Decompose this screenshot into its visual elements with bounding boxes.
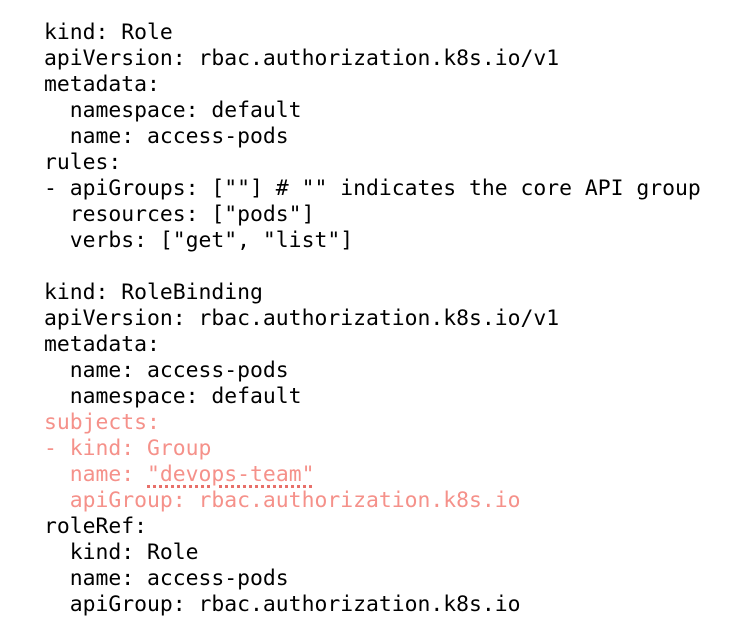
code-line: name: access-pods (44, 124, 289, 149)
highlighted-code-line: apiGroup: rbac.authorization.k8s.io (44, 488, 521, 513)
highlighted-code-line: name: "devops-team" (44, 462, 746, 488)
code-line: metadata: (44, 332, 160, 357)
code-line: apiVersion: rbac.authorization.k8s.io/v1 (44, 46, 560, 71)
highlighted-code-line: - kind: Group (44, 436, 212, 461)
code-line: namespace: default (44, 384, 302, 409)
code-line: kind: Role (44, 540, 199, 565)
code-line: namespace: default (44, 98, 302, 123)
code-line: rules: (44, 150, 122, 175)
code-line: apiVersion: rbac.authorization.k8s.io/v1 (44, 306, 560, 331)
code-editor[interactable]: kind: Role apiVersion: rbac.authorizatio… (44, 20, 746, 618)
highlighted-code-line: subjects: (44, 410, 160, 435)
spellcheck-underlined-text: "devops-team" (147, 462, 315, 487)
code-line: roleRef: (44, 514, 148, 539)
code-line: name: access-pods (44, 358, 289, 383)
code-line: apiGroup: rbac.authorization.k8s.io (44, 592, 521, 617)
code-line: name: access-pods (44, 566, 289, 591)
code-line: verbs: ["get", "list"] (44, 228, 354, 253)
code-line: kind: RoleBinding (44, 280, 263, 305)
code-line: kind: Role (44, 20, 173, 45)
code-line: - apiGroups: [""] # "" indicates the cor… (44, 176, 701, 201)
code-line-prefix: name: (44, 462, 148, 487)
code-line: metadata: (44, 72, 160, 97)
code-line: resources: ["pods"] (44, 202, 315, 227)
